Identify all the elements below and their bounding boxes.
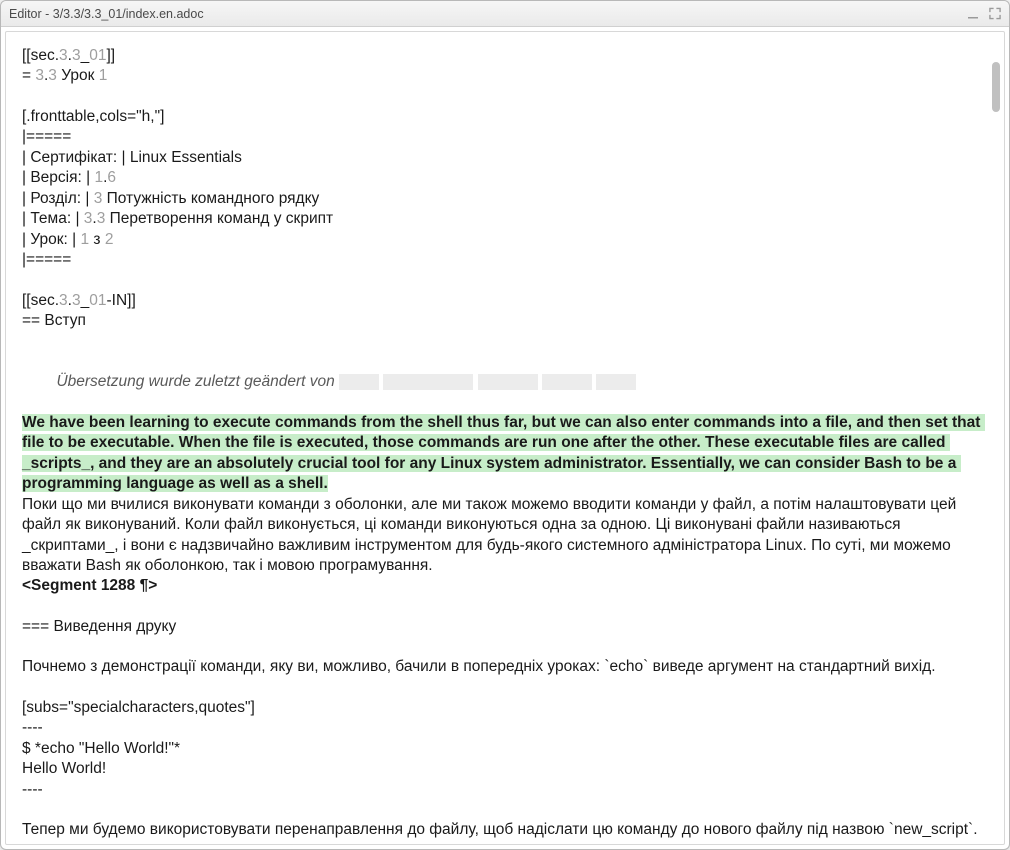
redacted-block bbox=[478, 374, 538, 390]
blank-line bbox=[22, 271, 984, 291]
scrollbar-thumb[interactable] bbox=[992, 62, 1000, 112]
text-line: == Вступ bbox=[22, 311, 984, 331]
minimize-icon[interactable] bbox=[967, 8, 979, 20]
editor-content-wrap: [[sec.3.3_01]] = 3.3 Урок 1 [.fronttable… bbox=[5, 31, 1005, 845]
scrollbar-track[interactable] bbox=[992, 34, 1002, 842]
maximize-icon[interactable] bbox=[989, 8, 1001, 20]
titlebar[interactable]: Editor - 3/3.3/3.3_01/index.en.adoc bbox=[1, 1, 1009, 27]
text-line: |===== bbox=[22, 127, 984, 147]
window-controls bbox=[967, 8, 1001, 20]
meta-line: Übersetzung wurde zuletzt geändert von bbox=[22, 351, 984, 412]
source-segment: We have been learning to execute command… bbox=[22, 413, 984, 495]
blank-line bbox=[22, 331, 984, 351]
segment-marker: <Segment 1288 ¶> bbox=[22, 576, 984, 596]
redacted-block bbox=[542, 374, 592, 390]
redacted-block bbox=[339, 374, 379, 390]
text-line: [[sec.3.3_01]] bbox=[22, 46, 984, 66]
text-line: [subs="specialcharacters,quotes"] bbox=[22, 698, 984, 718]
text-line: $ *echo "Hello World!"* bbox=[22, 739, 984, 759]
highlighted-source: We have been learning to execute command… bbox=[22, 414, 985, 492]
blank-line bbox=[22, 800, 984, 820]
redacted-block bbox=[596, 374, 636, 390]
blank-line bbox=[22, 597, 984, 617]
change-author-label: Übersetzung wurde zuletzt geändert von bbox=[56, 373, 339, 390]
blank-line bbox=[22, 678, 984, 698]
text-line: === Виведення друку bbox=[22, 617, 984, 637]
text-line: [.fronttable,cols="h,"] bbox=[22, 107, 984, 127]
text-line: Почнемо з демонстрації команди, яку ви, … bbox=[22, 657, 984, 677]
blank-line bbox=[22, 87, 984, 107]
window-title: Editor - 3/3.3/3.3_01/index.en.adoc bbox=[9, 7, 204, 21]
blank-line bbox=[22, 637, 984, 657]
text-line: | Сертифікат: | Linux Essentials bbox=[22, 148, 984, 168]
editor-window: Editor - 3/3.3/3.3_01/index.en.adoc [[se… bbox=[0, 0, 1010, 850]
editor-textarea[interactable]: [[sec.3.3_01]] = 3.3 Урок 1 [.fronttable… bbox=[6, 32, 1004, 844]
text-line: | Тема: | 3.3 Перетворення команд у скри… bbox=[22, 209, 984, 229]
text-line: Тепер ми будемо використовувати перенапр… bbox=[22, 820, 984, 840]
text-line: |===== bbox=[22, 250, 984, 270]
text-line: | Розділ: | 3 Потужність командного рядк… bbox=[22, 189, 984, 209]
redacted-block bbox=[383, 374, 473, 390]
text-line: ---- bbox=[22, 718, 984, 738]
text-line: [[sec.3.3_01-IN]] bbox=[22, 291, 984, 311]
text-line: | Урок: | 1 з 2 bbox=[22, 230, 984, 250]
text-line: = 3.3 Урок 1 bbox=[22, 66, 984, 86]
translation-segment: Поки що ми вчилися виконувати команди з … bbox=[22, 495, 984, 577]
text-line: | Версія: | 1.6 bbox=[22, 168, 984, 188]
text-line: Hello World! bbox=[22, 759, 984, 779]
text-line: ---- bbox=[22, 780, 984, 800]
